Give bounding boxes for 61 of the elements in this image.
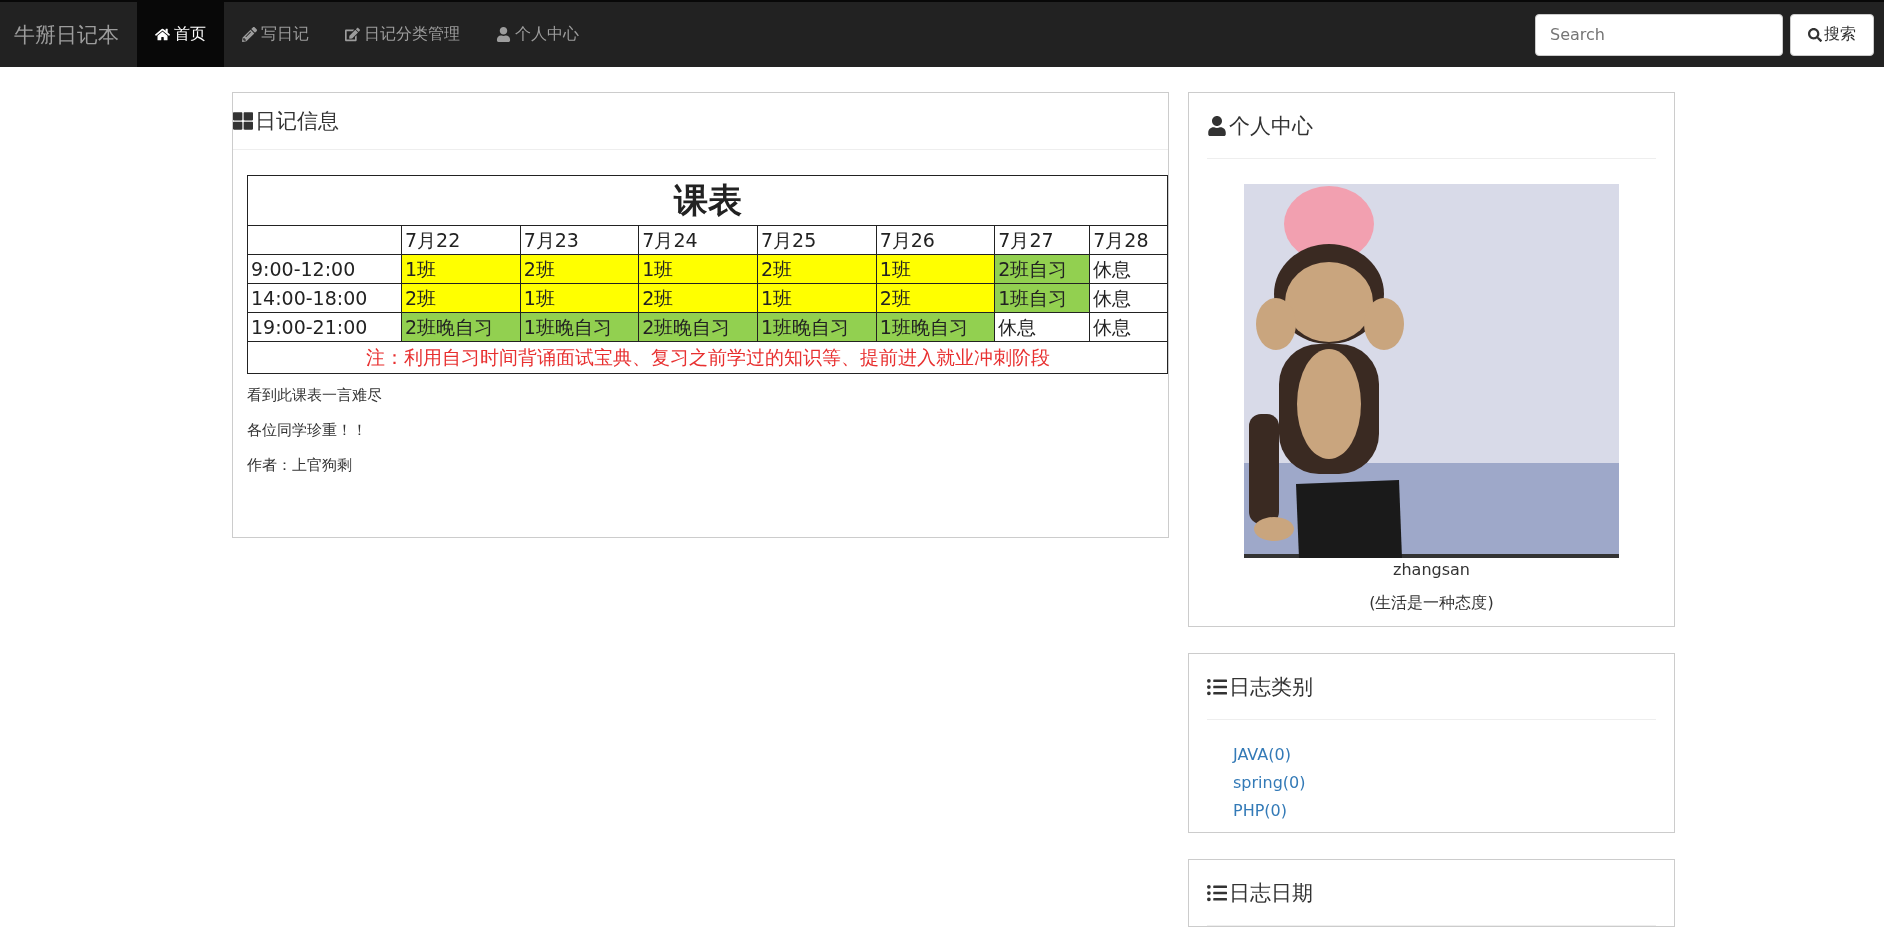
diary-text: 各位同学珍重！！ — [247, 421, 368, 440]
table-cell: 1班 — [401, 254, 521, 284]
diary-text: 看到此课表一言难尽 — [247, 386, 383, 405]
username: zhangsan — [1393, 560, 1470, 579]
table-note: 注：利用自习时间背诵面试宝典、复习之前学过的知识等、提前进入就业冲刺阶段 — [247, 341, 1168, 374]
column-header: 7月26 — [876, 225, 995, 255]
home-icon — [155, 27, 170, 42]
column-header: 7月25 — [757, 225, 877, 255]
table-cell: 2班 — [401, 283, 521, 313]
category-link[interactable]: spring(0) — [1233, 773, 1674, 792]
list-icon — [1207, 676, 1227, 697]
nav-item[interactable]: 首页 — [137, 2, 224, 67]
edit-icon — [345, 27, 360, 42]
nav-item[interactable]: 写日记 — [224, 2, 327, 67]
table-cell: 1班 — [876, 254, 995, 284]
table-cell: 19:00-21:00 — [247, 312, 402, 342]
user-motto: (生活是一种态度) — [1369, 593, 1494, 614]
column-header: 7月28 — [1089, 225, 1168, 255]
panel-title: 日志类别 — [1229, 673, 1313, 701]
table-cell: 1班晚自习 — [876, 312, 995, 342]
search-button[interactable]: 搜索 — [1790, 13, 1874, 56]
user-icon — [1207, 115, 1227, 136]
table-cell: 1班 — [520, 283, 639, 313]
table-title: 课表 — [247, 175, 1168, 226]
table-cell: 休息 — [1089, 283, 1168, 313]
table-cell: 2班 — [876, 283, 995, 313]
user-icon — [496, 27, 511, 42]
list-icon — [1207, 882, 1227, 903]
table-cell: 2班 — [638, 283, 758, 313]
brand-title[interactable]: 牛掰日记本 — [14, 2, 119, 67]
table-cell: 休息 — [994, 312, 1090, 342]
table-cell: 1班自习 — [994, 283, 1090, 313]
table-cell: 2班晚自习 — [401, 312, 521, 342]
table-cell: 9:00-12:00 — [247, 254, 402, 284]
table-cell: 1班 — [638, 254, 758, 284]
table-cell: 14:00-18:00 — [247, 283, 402, 313]
table-cell: 2班晚自习 — [638, 312, 758, 342]
table-cell: 休息 — [1089, 312, 1168, 342]
table-cell: 1班 — [757, 283, 877, 313]
pencil-icon — [242, 27, 257, 42]
grid-icon — [233, 111, 253, 131]
nav-item[interactable]: 个人中心 — [478, 2, 597, 67]
table-cell: 1班晚自习 — [520, 312, 639, 342]
category-link[interactable]: PHP(0) — [1233, 801, 1674, 820]
category-link[interactable]: JAVA(0) — [1233, 745, 1674, 764]
column-header: 7月24 — [638, 225, 758, 255]
table-cell: 2班 — [757, 254, 877, 284]
table-cell: 1班晚自习 — [757, 312, 877, 342]
table-cell: 2班 — [520, 254, 639, 284]
table-cell: 休息 — [1089, 254, 1168, 284]
nav-item[interactable]: 日记分类管理 — [327, 2, 478, 67]
panel-title: 日志日期 — [1229, 879, 1313, 907]
diary-text: 作者：上官狗剩 — [247, 456, 353, 475]
panel-title: 个人中心 — [1229, 112, 1313, 140]
column-header: 7月22 — [401, 225, 521, 255]
column-header: 7月27 — [994, 225, 1090, 255]
table-cell: 2班自习 — [994, 254, 1090, 284]
search-field[interactable]: Search — [1535, 13, 1783, 56]
search-icon — [1808, 27, 1822, 42]
column-header: 7月23 — [520, 225, 639, 255]
panel-title: 日记信息 — [255, 108, 339, 135]
